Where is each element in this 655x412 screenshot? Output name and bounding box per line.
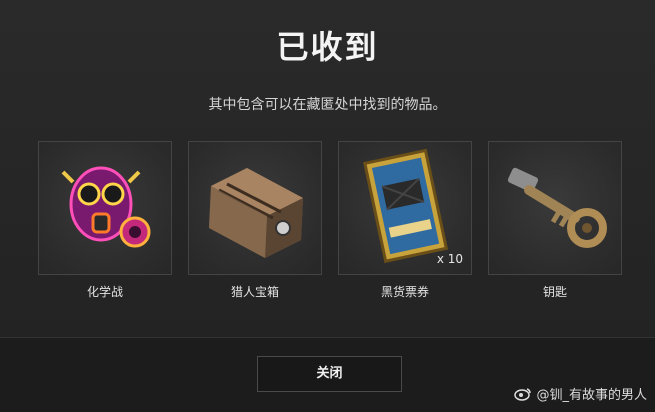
close-button[interactable]: 关闭 [257,356,402,392]
dialog-subtitle: 其中包含可以在藏匿处中找到的物品。 [208,97,447,113]
item-label: 猎人宝箱 [230,285,279,299]
key-icon [507,167,607,248]
item-tile[interactable] [188,141,322,275]
watermark-text: @钏_有故事的男人 [536,388,647,403]
reward-item[interactable]: 猎人宝箱 [188,141,322,300]
reward-dialog: 已收到 其中包含可以在藏匿处中找到的物品。 化学战 猎人宝箱 x 10 黑货票券… [0,0,655,337]
dialog-title: 已收到 [276,28,379,66]
hunter-chest-icon [209,168,303,258]
item-tile[interactable] [488,141,622,275]
item-label: 黑货票券 [380,285,429,299]
watermark: @钏_有故事的男人 [514,384,647,403]
reward-items: 化学战 猎人宝箱 x 10 黑货票券 钥匙 [38,141,628,311]
reward-item[interactable]: 钥匙 [488,141,622,300]
gas-mask-icon [61,166,151,248]
weibo-logo-icon [514,387,532,401]
item-count: x 10 [436,252,463,266]
item-tile[interactable]: x 10 [338,141,472,275]
reward-item[interactable]: 化学战 [38,141,172,300]
item-tile[interactable] [38,141,172,275]
item-label: 钥匙 [542,285,567,299]
item-label: 化学战 [86,285,123,299]
reward-item[interactable]: x 10 黑货票券 [338,141,472,300]
